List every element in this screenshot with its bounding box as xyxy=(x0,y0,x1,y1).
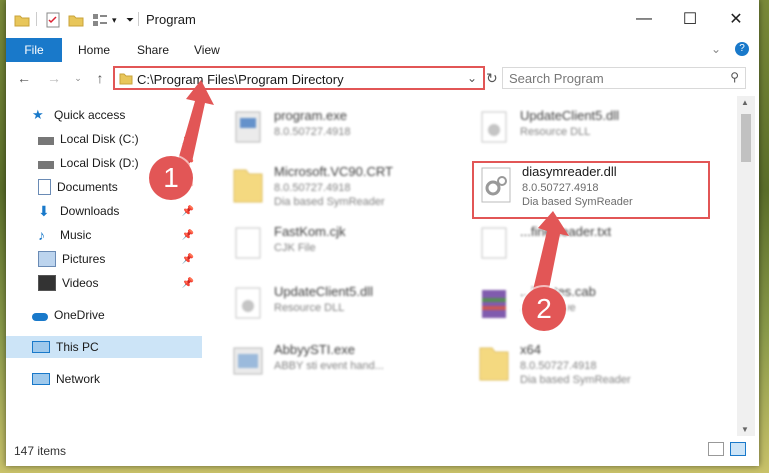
arrow-2 xyxy=(533,211,569,294)
callout-1: 1 xyxy=(149,156,193,200)
callout-2: 2 xyxy=(522,287,566,331)
annotation-arrows xyxy=(178,80,569,294)
arrow-1 xyxy=(178,80,214,162)
